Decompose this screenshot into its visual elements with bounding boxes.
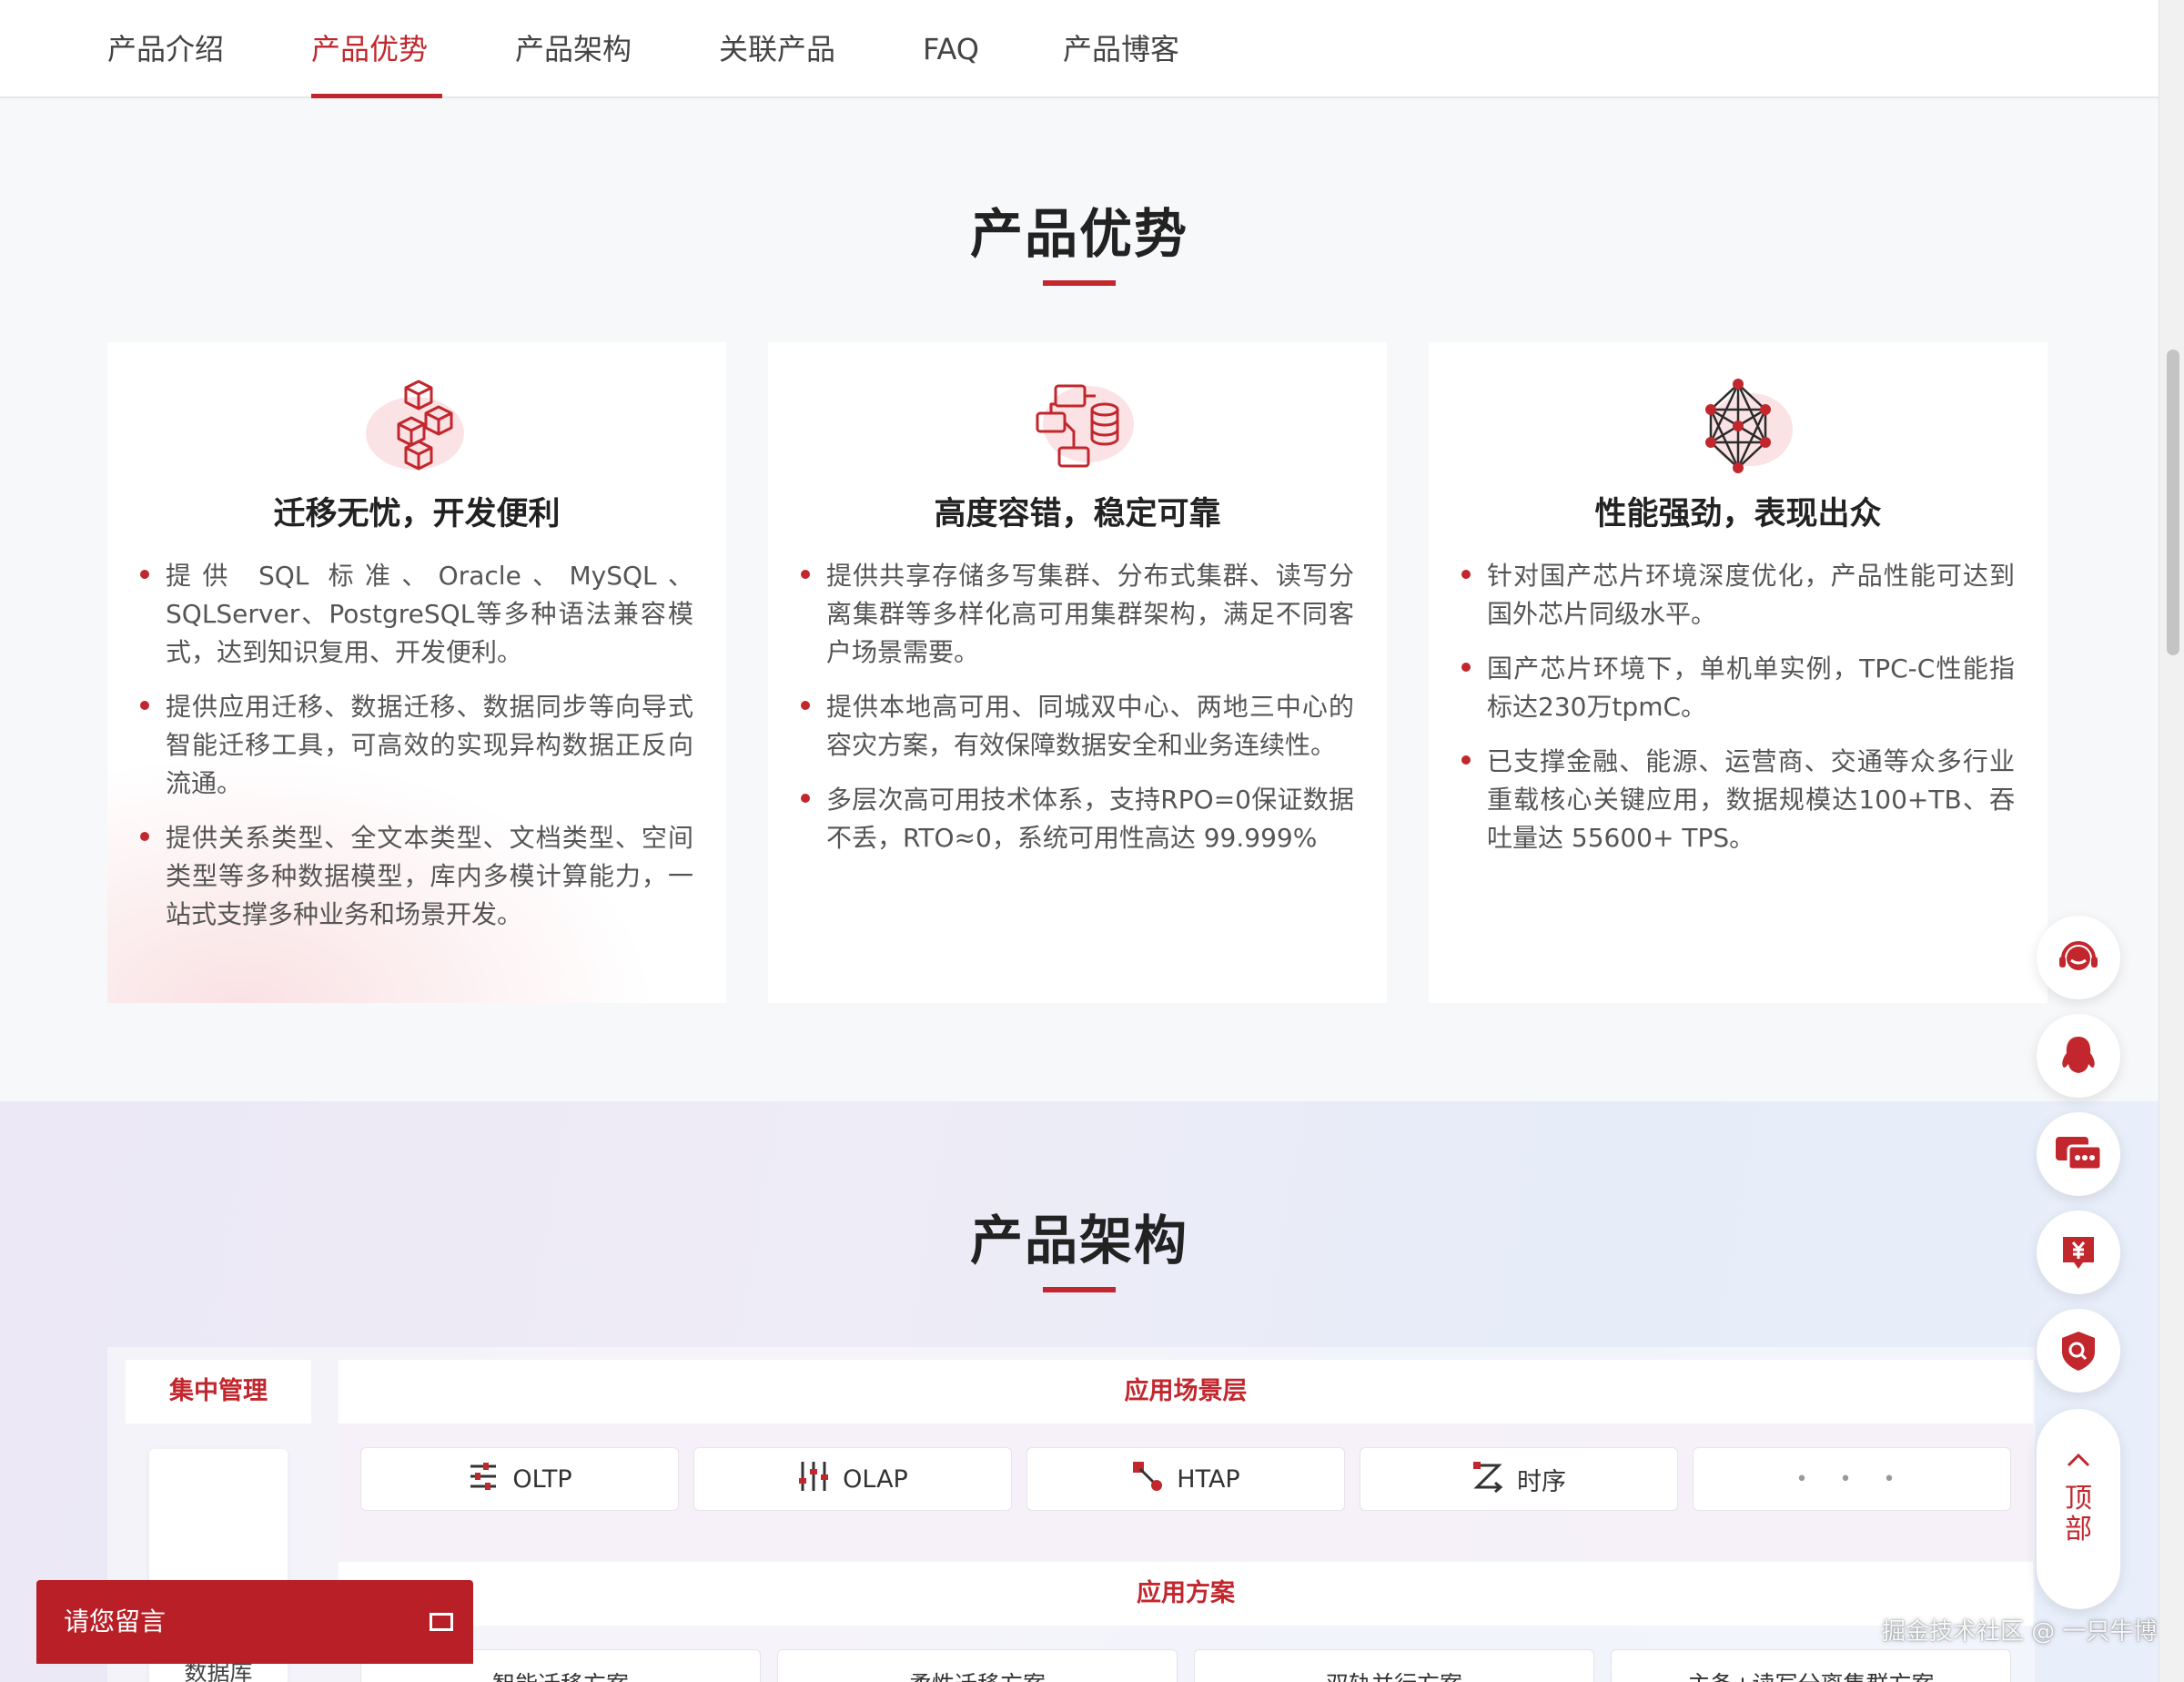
- scene-label: HTAP: [1177, 1464, 1240, 1494]
- z-arrows-icon: [1471, 1460, 1504, 1499]
- advantage-card-performance: 性能强劲，表现出众 针对国产芯片环境深度优化，产品性能可达到国外芯片同级水平。 …: [1429, 342, 2048, 1003]
- back-to-top-button[interactable]: 顶部: [2037, 1409, 2120, 1609]
- sliders-icon: [467, 1460, 500, 1499]
- scene-label: OLTP: [512, 1464, 572, 1494]
- top-tab-bar: 产品介绍 产品优势 产品架构 关联产品 FAQ 产品博客: [0, 0, 2159, 98]
- tab-related-products[interactable]: 关联产品: [719, 0, 835, 98]
- title-underline: [1043, 1287, 1116, 1292]
- list-item: 提供 SQL 标准、Oracle、MySQL、SQLServer、Postgre…: [138, 557, 693, 672]
- shield-search-icon: [2062, 1332, 2095, 1371]
- architecture-section-title: 产品架构: [969, 1210, 1188, 1272]
- tab-product-architecture[interactable]: 产品架构: [515, 0, 632, 98]
- security-search-button[interactable]: [2037, 1309, 2120, 1393]
- page-scrollbar[interactable]: [2159, 0, 2184, 1682]
- scene-time-series[interactable]: 时序: [1360, 1447, 1678, 1511]
- card-title: 性能强劲，表现出众: [1594, 496, 1882, 532]
- card-bullet-list: 提供共享存储多写集群、分布式集群、读写分离集群等多样化高可用集群架构，满足不同客…: [799, 557, 1354, 874]
- solution-flexible-migration[interactable]: 柔性迁移方案: [777, 1649, 1178, 1682]
- scene-htap[interactable]: HTAP: [1026, 1447, 1345, 1511]
- chevron-up-icon: [2067, 1453, 2090, 1467]
- flow-icon: [1131, 1460, 1164, 1499]
- more-dots: • • •: [1795, 1467, 1908, 1491]
- list-item: 国产芯片环境下，单机单实例，TPC-C性能指标达230万tpmC。: [1460, 650, 2015, 726]
- network-mesh-icon: [1705, 379, 1793, 473]
- list-item: 提供本地高可用、同城双中心、两地三中心的容灾方案，有效保障数据安全和业务连续性。: [799, 688, 1354, 765]
- qq-contact-button[interactable]: [2037, 1014, 2120, 1098]
- scene-more[interactable]: • • •: [1693, 1447, 2011, 1511]
- solution-dual-track[interactable]: 双轨并行方案: [1194, 1649, 1594, 1682]
- headset-icon: [2059, 941, 2098, 970]
- leave-message-label: 请您留言: [64, 1606, 167, 1636]
- tab-product-blog[interactable]: 产品博客: [1063, 0, 1179, 98]
- card-title: 迁移无忧，开发便利: [273, 496, 561, 532]
- yuan-tag-icon: [2063, 1237, 2094, 1269]
- minimize-icon[interactable]: [430, 1613, 453, 1631]
- tab-faq[interactable]: FAQ: [923, 0, 979, 98]
- application-solutions-header: 应用方案: [339, 1562, 2033, 1626]
- card-bullet-list: 针对国产芯片环境深度优化，产品性能可达到国外芯片同级水平。 国产芯片环境下，单机…: [1460, 557, 2015, 874]
- advantage-card-migration: 迁移无忧，开发便利 提供 SQL 标准、Oracle、MySQL、SQLServ…: [107, 342, 726, 1003]
- tab-product-advantages[interactable]: 产品优势: [311, 0, 443, 98]
- card-title: 高度容错，稳定可靠: [934, 496, 1221, 532]
- advantages-section-title: 产品优势: [969, 203, 1188, 265]
- list-item: 多层次高可用技术体系，支持RPO=0保证数据不丢，RTO≈0，系统可用性高达 9…: [799, 781, 1354, 857]
- watermark: 掘金技术社区 @ 一只牛博: [1882, 1618, 2158, 1646]
- qq-penguin-icon: [2062, 1037, 2095, 1073]
- scene-oltp[interactable]: OLTP: [360, 1447, 679, 1511]
- leave-message-bar[interactable]: 请您留言: [36, 1580, 473, 1664]
- application-scene-layer-header: 应用场景层: [339, 1360, 2033, 1424]
- advantage-card-reliability: 高度容错，稳定可靠 提供共享存储多写集群、分布式集群、读写分离集群等多样化高可用…: [768, 342, 1387, 1003]
- tab-product-intro[interactable]: 产品介绍: [107, 0, 224, 98]
- scrollbar-thumb[interactable]: [2167, 350, 2179, 655]
- list-item: 针对国产芯片环境深度优化，产品性能可达到国外芯片同级水平。: [1460, 557, 2015, 633]
- list-item: 提供关系类型、全文本类型、文档类型、空间类型等多种数据模型，库内多模计算能力，一…: [138, 819, 693, 934]
- list-item: 已支撑金融、能源、运营商、交通等众多行业重载核心关键应用，数据规模达100+TB…: [1460, 743, 2015, 857]
- back-to-top-label: 顶部: [2065, 1483, 2092, 1545]
- list-item: 提供共享存储多写集群、分布式集群、读写分离集群等多样化高可用集群架构，满足不同客…: [799, 557, 1354, 672]
- customer-service-button[interactable]: [2037, 916, 2120, 999]
- title-underline: [1043, 280, 1116, 286]
- pricing-button[interactable]: [2037, 1211, 2120, 1294]
- scene-olap[interactable]: OLAP: [693, 1447, 1012, 1511]
- cubes-icon: [366, 380, 464, 471]
- list-item: 提供应用迁移、数据迁移、数据同步等向导式智能迁移工具，可高效的实现异构数据正反向…: [138, 688, 693, 803]
- solution-read-write-cluster[interactable]: 主备+读写分离集群方案: [1611, 1649, 2011, 1682]
- scene-label: OLAP: [843, 1464, 908, 1494]
- card-bullet-list: 提供 SQL 标准、Oracle、MySQL、SQLServer、Postgre…: [138, 557, 693, 950]
- chat-bubbles-icon: [2056, 1137, 2103, 1171]
- scene-label: 时序: [1517, 1467, 1566, 1496]
- bars-icon: [797, 1460, 830, 1499]
- central-management-header: 集中管理: [126, 1360, 311, 1424]
- cluster-database-icon: [1036, 384, 1134, 468]
- online-chat-button[interactable]: [2037, 1112, 2120, 1196]
